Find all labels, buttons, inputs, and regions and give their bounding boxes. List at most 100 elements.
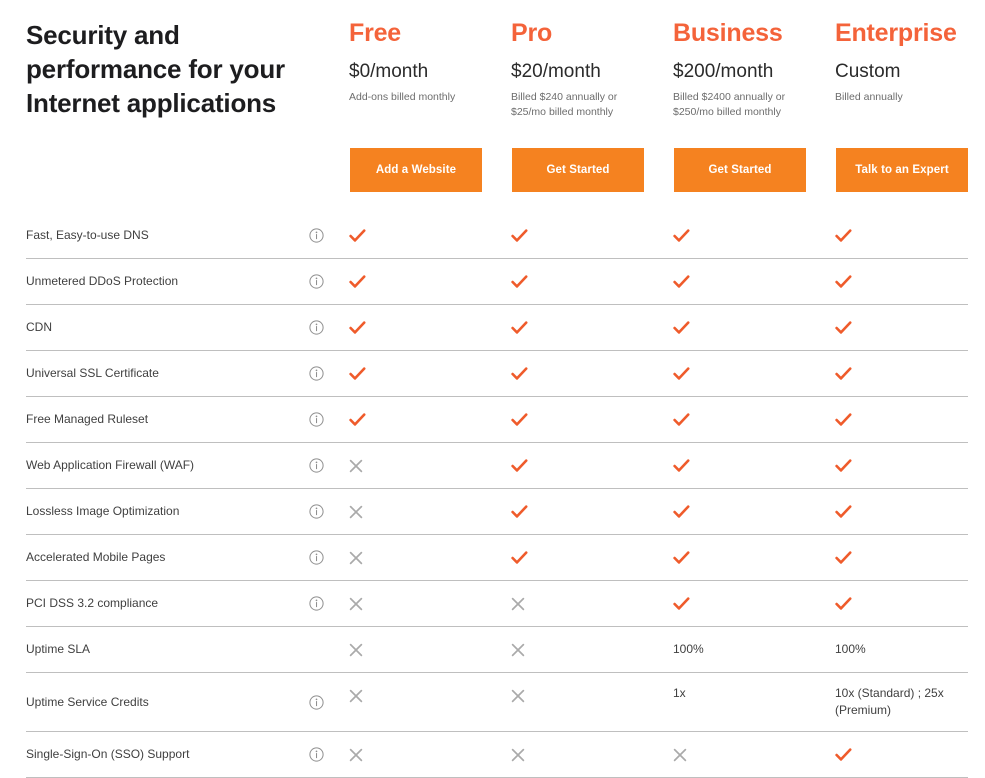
checkmark-icon	[673, 581, 691, 626]
info-circle-icon[interactable]	[309, 695, 324, 710]
cross-icon	[349, 489, 367, 534]
cross-icon	[511, 685, 529, 719]
table-row: Uptime Service Credits 1x 10x (Standard) ;…	[26, 673, 968, 732]
plan-name: Business	[673, 19, 783, 47]
plan-price: $200/month	[673, 61, 774, 82]
table-row: PCI DSS 3.2 compliance	[26, 581, 968, 627]
feature-cell	[673, 213, 823, 258]
feature-cell	[349, 627, 499, 672]
table-row: CDN	[26, 305, 968, 351]
table-row: Universal SSL Certificate	[26, 351, 968, 397]
info-circle-icon[interactable]	[309, 320, 324, 335]
feature-label: Fast, Easy-to-use DNS	[26, 228, 149, 242]
feature-label: Single-Sign-On (SSO) Support	[26, 747, 190, 761]
checkmark-icon	[511, 443, 529, 488]
checkmark-icon	[511, 397, 529, 442]
feature-label: Web Application Firewall (WAF)	[26, 458, 195, 472]
feature-cell	[673, 489, 823, 534]
info-circle-icon[interactable]	[309, 274, 324, 289]
checkmark-icon	[511, 535, 529, 580]
checkmark-icon	[673, 351, 691, 396]
plan-price: Custom	[835, 61, 901, 82]
feature-cell	[673, 351, 823, 396]
feature-cell	[835, 732, 985, 777]
checkmark-icon	[835, 213, 853, 258]
feature-cell	[511, 351, 661, 396]
plan-column-free: Free $0/month Add-ons billed monthly	[349, 18, 499, 105]
checkmark-icon	[511, 213, 529, 258]
checkmark-icon	[511, 351, 529, 396]
feature-cell	[835, 259, 985, 304]
checkmark-icon	[673, 259, 691, 304]
feature-cell: 10x (Standard) ; 25x (Premium)	[835, 673, 985, 731]
plan-billing-note: Billed $240 annually or $25/mo billed mo…	[511, 91, 618, 118]
plan-billing-note: Billed $2400 annually or $250/mo billed …	[673, 91, 786, 118]
pricing-header: Security and performance for your Intern…	[0, 0, 985, 213]
cross-icon	[673, 732, 691, 777]
feature-cell	[835, 213, 985, 258]
cross-icon	[349, 627, 367, 672]
info-circle-icon[interactable]	[309, 550, 324, 565]
cross-icon	[349, 535, 367, 580]
pricing-comparison-page: Security and performance for your Intern…	[0, 0, 985, 778]
cross-icon	[511, 627, 529, 672]
table-row: Single-Sign-On (SSO) Support	[26, 732, 968, 778]
feature-value-text: 10x (Standard) ; 25x (Premium)	[835, 686, 944, 717]
get-started-button-business[interactable]: Get Started	[674, 148, 806, 192]
feature-cell	[835, 305, 985, 350]
plan-column-business: Business $200/month Billed $2400 annuall…	[673, 18, 823, 120]
feature-cell	[349, 489, 499, 534]
feature-cell	[349, 673, 499, 731]
feature-cell	[835, 489, 985, 534]
checkmark-icon	[673, 305, 691, 350]
feature-cell	[673, 535, 823, 580]
feature-cell	[349, 259, 499, 304]
cross-icon	[511, 732, 529, 777]
feature-value-text: 1x	[673, 686, 686, 700]
checkmark-icon	[349, 351, 367, 396]
table-row: Fast, Easy-to-use DNS	[26, 213, 968, 259]
info-circle-icon[interactable]	[309, 412, 324, 427]
info-circle-icon[interactable]	[309, 747, 324, 762]
feature-cell: 1x	[673, 673, 823, 731]
plan-price: $20/month	[511, 61, 601, 82]
feature-cell	[349, 443, 499, 488]
info-circle-icon[interactable]	[309, 458, 324, 473]
checkmark-icon	[511, 489, 529, 534]
info-circle-icon[interactable]	[309, 366, 324, 381]
checkmark-icon	[511, 259, 529, 304]
table-row: Lossless Image Optimization	[26, 489, 968, 535]
table-row: Web Application Firewall (WAF)	[26, 443, 968, 489]
feature-cell	[673, 443, 823, 488]
info-circle-icon[interactable]	[309, 596, 324, 611]
feature-label: Uptime Service Credits	[26, 695, 149, 709]
feature-label: Universal SSL Certificate	[26, 366, 159, 380]
info-circle-icon[interactable]	[309, 228, 324, 243]
plan-billing-note: Billed annually	[835, 91, 903, 103]
cross-icon	[349, 443, 367, 488]
table-row: Accelerated Mobile Pages	[26, 535, 968, 581]
checkmark-icon	[673, 489, 691, 534]
feature-cell	[511, 305, 661, 350]
talk-to-an-expert-button[interactable]: Talk to an Expert	[836, 148, 968, 192]
feature-cell	[835, 535, 985, 580]
feature-cell: 100%	[673, 627, 823, 672]
info-circle-icon[interactable]	[309, 504, 324, 519]
feature-cell	[835, 397, 985, 442]
cross-icon	[511, 581, 529, 626]
feature-cell	[349, 213, 499, 258]
plan-billing-note: Add-ons billed monthly	[349, 91, 456, 103]
get-started-button-pro[interactable]: Get Started	[512, 148, 644, 192]
feature-cell	[511, 732, 661, 777]
page-title: Security and performance for your Intern…	[26, 20, 285, 118]
plan-column-pro: Pro $20/month Billed $240 annually or $2…	[511, 18, 661, 120]
checkmark-icon	[835, 351, 853, 396]
plan-name: Enterprise	[835, 19, 957, 47]
feature-cell	[349, 305, 499, 350]
feature-label: Accelerated Mobile Pages	[26, 550, 166, 564]
cross-icon	[349, 685, 367, 719]
add-a-website-button[interactable]: Add a Website	[350, 148, 482, 192]
feature-cell	[349, 397, 499, 442]
feature-cell	[835, 443, 985, 488]
feature-cell	[673, 259, 823, 304]
